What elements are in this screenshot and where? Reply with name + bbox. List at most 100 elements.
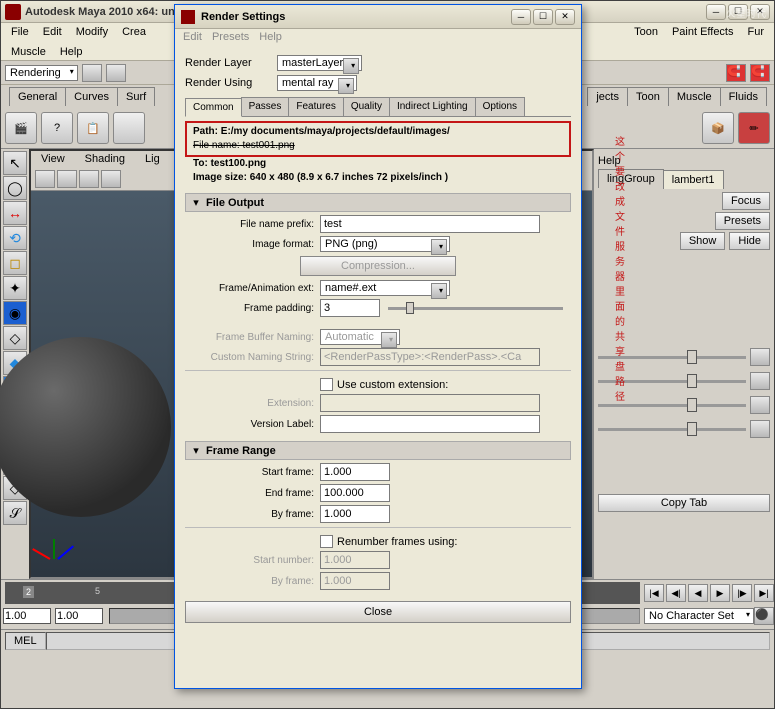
rotate-tool[interactable]: ⟲: [3, 226, 27, 250]
sphere-object[interactable]: [0, 337, 171, 517]
attr-map-1[interactable]: [750, 348, 770, 366]
collapse-icon[interactable]: ▾: [190, 196, 202, 209]
vp-icon-3[interactable]: [79, 170, 99, 188]
manip-tool[interactable]: ✦: [3, 276, 27, 300]
magnet-icon[interactable]: 🧲: [726, 64, 746, 82]
select-tool[interactable]: ↖: [3, 151, 27, 175]
tab-surfaces[interactable]: Surf: [117, 87, 155, 106]
render-layer-select[interactable]: masterLayer▾: [277, 55, 362, 71]
use-custom-checkbox[interactable]: [320, 378, 333, 391]
attr-slider-4[interactable]: [598, 428, 746, 431]
tab-options[interactable]: Options: [475, 97, 525, 116]
character-set-dropdown[interactable]: No Character Set: [644, 608, 754, 624]
vp-icon-4[interactable]: [101, 170, 121, 188]
frame-range-header[interactable]: ▾ Frame Range: [185, 441, 571, 460]
vp-icon-2[interactable]: [57, 170, 77, 188]
show-manip[interactable]: ◇: [3, 326, 27, 350]
help-icon[interactable]: ?: [41, 112, 73, 144]
show-button[interactable]: Show: [680, 232, 726, 250]
tab-muscle[interactable]: Muscle: [668, 87, 721, 106]
renumber-checkbox[interactable]: [320, 535, 333, 548]
shelf-btn-r2[interactable]: ✏: [738, 112, 770, 144]
padding-input[interactable]: [320, 299, 380, 317]
move-tool[interactable]: ↔: [3, 201, 27, 225]
tab-quality[interactable]: Quality: [343, 97, 390, 116]
range-end-input[interactable]: [55, 608, 103, 624]
attr-map-2[interactable]: [750, 372, 770, 390]
compression-button[interactable]: Compression...: [300, 256, 456, 276]
tab-common[interactable]: Common: [185, 98, 242, 117]
end-frame-input[interactable]: [320, 484, 390, 502]
play-forward-button[interactable]: ▶: [710, 584, 730, 602]
menu-muscle[interactable]: Muscle: [5, 44, 52, 60]
focus-button[interactable]: Focus: [722, 192, 770, 210]
shelf-btn-4[interactable]: [113, 112, 145, 144]
dlg-maximize-button[interactable]: ☐: [533, 9, 553, 25]
vp-shading[interactable]: Shading: [79, 151, 131, 169]
ext-select[interactable]: name#.ext▾: [320, 280, 450, 296]
prefix-input[interactable]: [320, 215, 540, 233]
ae-tab-sg[interactable]: lingGroup: [598, 169, 664, 188]
menu-edit[interactable]: Edit: [37, 24, 68, 40]
menu-modify[interactable]: Modify: [70, 24, 114, 40]
close-button[interactable]: Close: [185, 601, 571, 623]
hide-button[interactable]: Hide: [729, 232, 770, 250]
file-output-header[interactable]: ▾ File Output: [185, 193, 571, 212]
collapse-icon-2[interactable]: ▾: [190, 444, 202, 457]
minimize-button[interactable]: ─: [706, 4, 726, 20]
menu-help[interactable]: Help: [54, 44, 89, 60]
dlg-menu-presets[interactable]: Presets: [212, 31, 249, 43]
dlg-minimize-button[interactable]: ─: [511, 9, 531, 25]
play-back-button[interactable]: ◀: [688, 584, 708, 602]
scale-tool[interactable]: ◻: [3, 251, 27, 275]
tab-subjects[interactable]: jects: [587, 87, 628, 106]
ae-tab-lambert[interactable]: lambert1: [663, 170, 724, 189]
tab-features[interactable]: Features: [288, 97, 343, 116]
presets-button[interactable]: Presets: [715, 212, 770, 230]
tab-curves[interactable]: Curves: [65, 87, 118, 106]
render-icon[interactable]: 🎬: [5, 112, 37, 144]
goto-end-button[interactable]: ▶|: [754, 584, 774, 602]
copy-tab-button[interactable]: Copy Tab: [598, 494, 770, 512]
dialog-title-bar[interactable]: Render Settings ─ ☐ ✕: [175, 5, 581, 29]
by-frame-input[interactable]: [320, 505, 390, 523]
autokey-button[interactable]: ⚫: [754, 607, 774, 625]
script-icon[interactable]: 𝒮: [3, 501, 27, 525]
lasso-tool[interactable]: ◯: [3, 176, 27, 200]
version-input[interactable]: [320, 415, 540, 433]
range-start-input[interactable]: [3, 608, 51, 624]
vp-lighting[interactable]: Lig: [139, 151, 166, 169]
attr-map-3[interactable]: [750, 396, 770, 414]
shelf-btn-3[interactable]: 📋: [77, 112, 109, 144]
tab-fluids[interactable]: Fluids: [720, 87, 767, 106]
shelf-tool-2[interactable]: [106, 64, 126, 82]
menu-create[interactable]: Crea: [116, 24, 152, 40]
dlg-close-button[interactable]: ✕: [555, 9, 575, 25]
render-using-select[interactable]: mental ray▾: [277, 75, 357, 91]
menu-file[interactable]: File: [5, 24, 35, 40]
mode-dropdown[interactable]: Rendering: [5, 65, 78, 81]
attr-slider-3[interactable]: [598, 404, 746, 407]
start-frame-input[interactable]: [320, 463, 390, 481]
mel-label[interactable]: MEL: [5, 632, 46, 650]
dlg-menu-help[interactable]: Help: [259, 31, 282, 43]
step-back-button[interactable]: ◀|: [666, 584, 686, 602]
goto-start-button[interactable]: |◀: [644, 584, 664, 602]
shelf-tool-1[interactable]: [82, 64, 102, 82]
menu-fur[interactable]: Fur: [742, 24, 771, 40]
menu-toon[interactable]: Toon: [628, 24, 664, 40]
menu-painteffects[interactable]: Paint Effects: [666, 24, 740, 40]
attr-map-4[interactable]: [750, 420, 770, 438]
tab-toon[interactable]: Toon: [627, 87, 669, 106]
step-forward-button[interactable]: |▶: [732, 584, 752, 602]
vp-view[interactable]: View: [35, 151, 71, 169]
dlg-menu-edit[interactable]: Edit: [183, 31, 202, 43]
shelf-btn-r1[interactable]: 📦: [702, 112, 734, 144]
soft-tool[interactable]: ◉: [3, 301, 27, 325]
format-select[interactable]: PNG (png)▾: [320, 236, 450, 252]
tab-general[interactable]: General: [9, 87, 66, 106]
tab-passes[interactable]: Passes: [241, 97, 290, 116]
vp-icon-1[interactable]: [35, 170, 55, 188]
tab-indirect-lighting[interactable]: Indirect Lighting: [389, 97, 476, 116]
magnet-icon-2[interactable]: 🧲: [750, 64, 770, 82]
